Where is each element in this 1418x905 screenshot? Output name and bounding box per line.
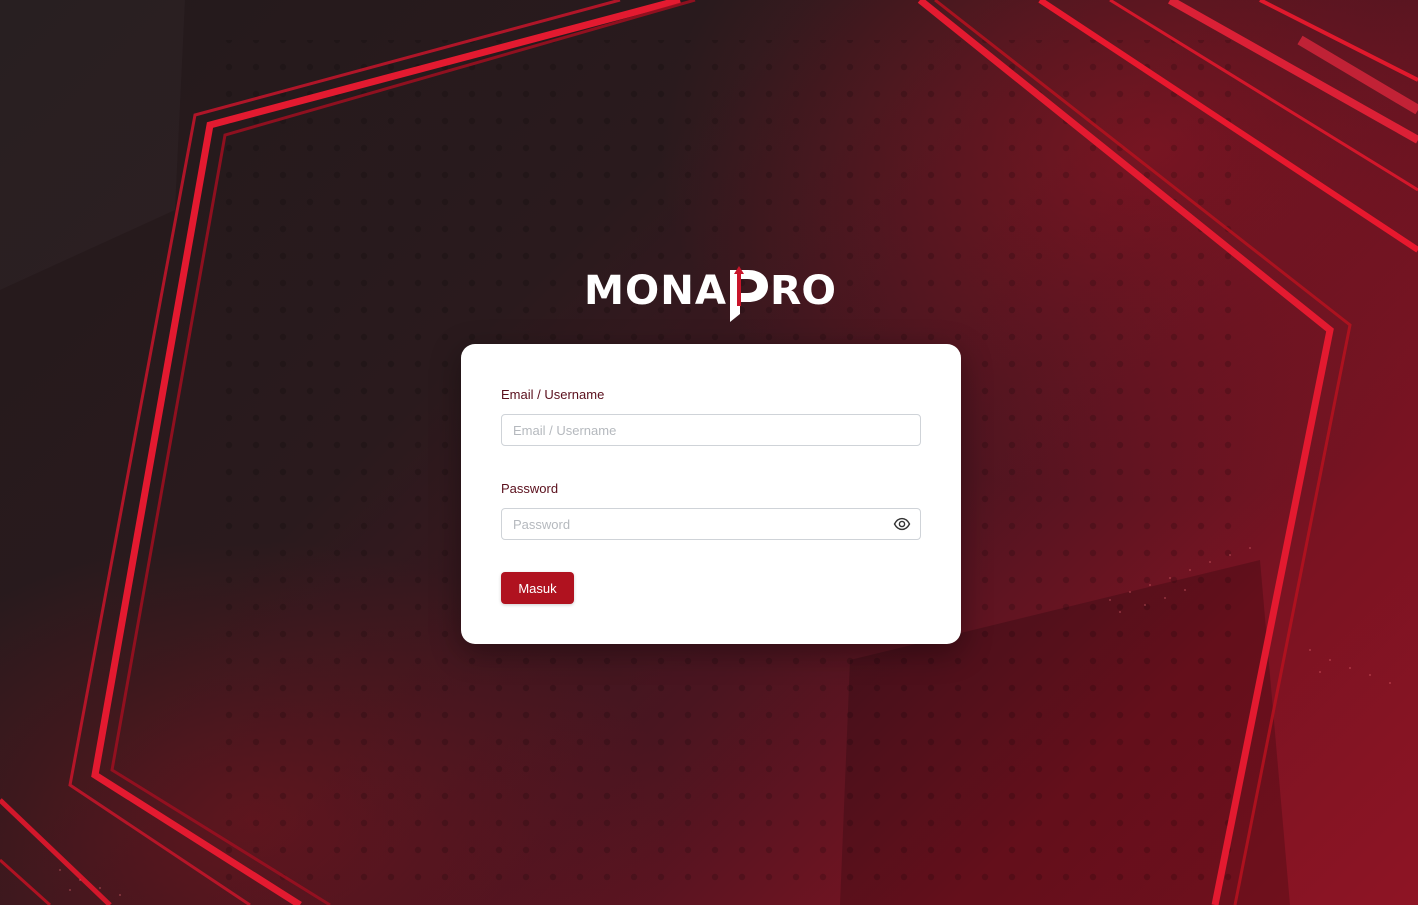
password-label: Password	[501, 481, 559, 496]
email-username-input[interactable]	[501, 414, 921, 446]
svg-text:MONA: MONA	[584, 268, 727, 314]
login-card: Email / Username Password Masuk	[461, 344, 961, 644]
svg-text:RO: RO	[770, 268, 836, 314]
email-label: Email / Username	[501, 387, 605, 402]
eye-icon[interactable]	[893, 516, 911, 532]
brand-logo: MONA RO	[584, 262, 838, 326]
monapro-logo-icon: MONA RO	[584, 266, 836, 322]
login-submit-button[interactable]: Masuk	[501, 572, 574, 604]
password-input[interactable]	[501, 508, 921, 540]
